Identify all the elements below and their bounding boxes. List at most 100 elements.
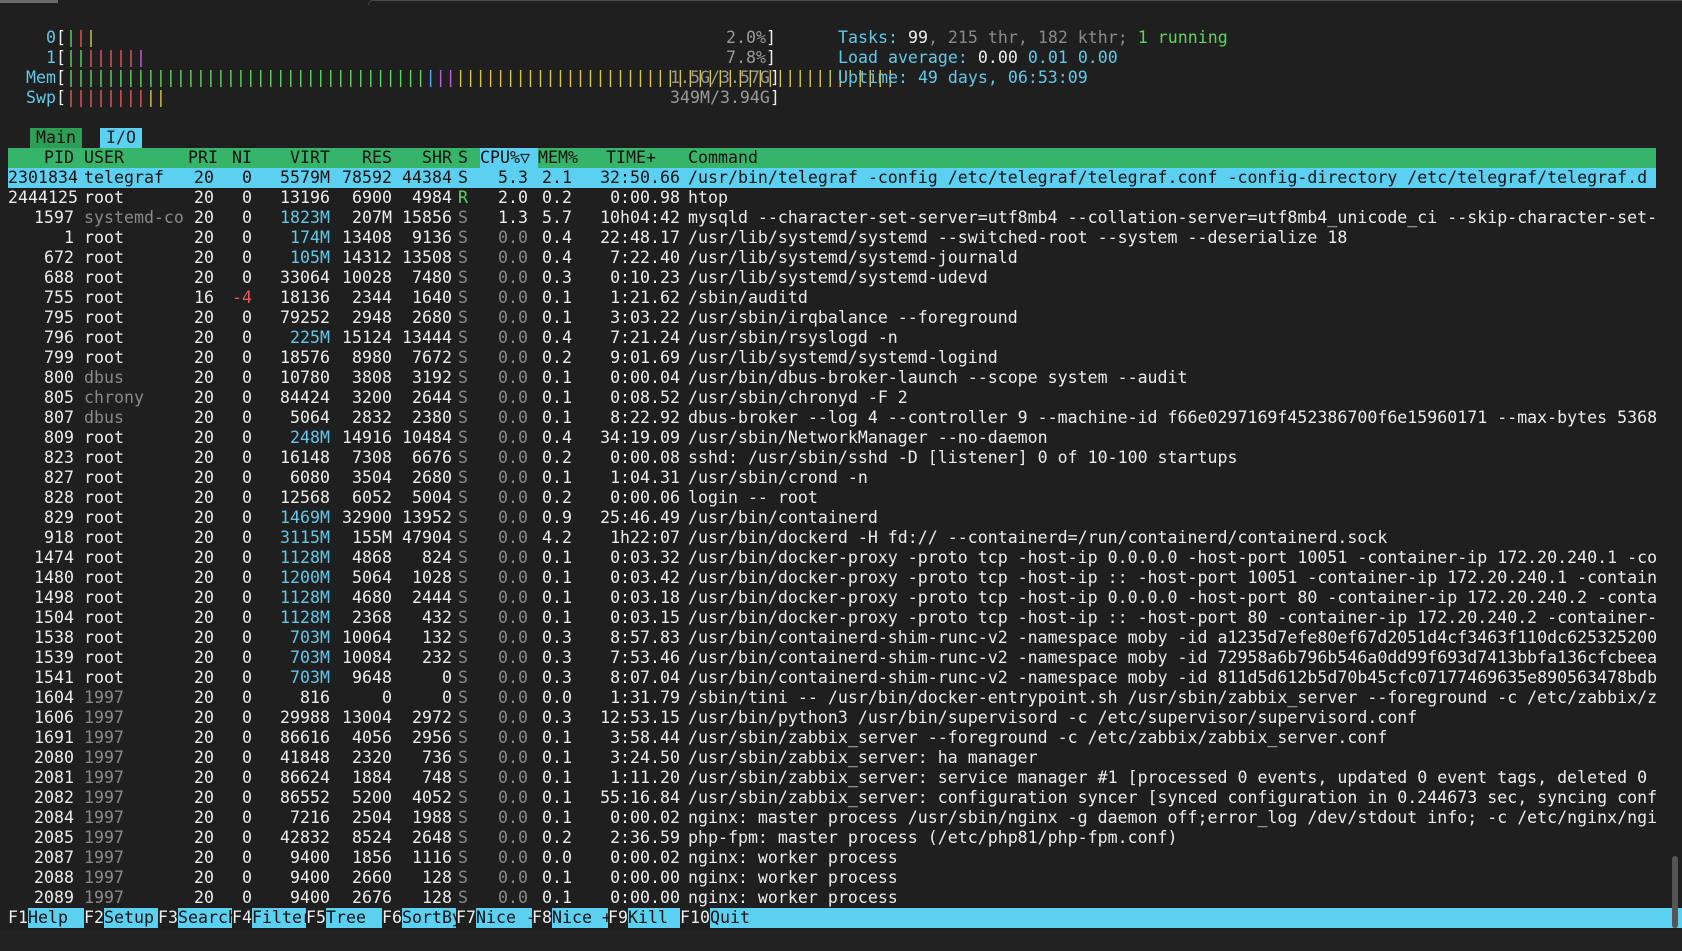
cell-pri: 20 bbox=[194, 408, 214, 427]
fkey-sortby[interactable]: F6SortBy bbox=[382, 908, 462, 928]
table-row[interactable]: 2088 1997 20 0 9400 2660 128 S 0.0 0.1 0:00.00 ngin… bbox=[8, 868, 1656, 888]
table-row[interactable]: 1604 1997 20 0 816 0 0 S 0.0 0.0 1:31.79/sbin/tini… bbox=[8, 688, 1656, 708]
cell-res: 2660 bbox=[352, 868, 392, 887]
table-row[interactable]: 1498 root 20 0 1128M 4680 2444 S 0.0 0.1 0:03.18/u… bbox=[8, 588, 1656, 608]
cell-shr: 736 bbox=[422, 748, 452, 767]
table-row[interactable]: 799 root 20 0 18576 8980 7672 S 0.0 0.2 9:01.69/us… bbox=[8, 348, 1656, 368]
table-row[interactable]: 805 chrony 20 0 84424 3200 2644 S 0.0 0.1 0:08.52 /… bbox=[8, 388, 1656, 408]
cell-time: 34:19.09 bbox=[600, 428, 680, 447]
table-row[interactable]: 1504 root 20 0 1128M 2368 432 S 0.0 0.1 0:03.15/us… bbox=[8, 608, 1656, 628]
tab-io[interactable]: I/O bbox=[100, 128, 142, 148]
col-res[interactable]: RES bbox=[336, 148, 392, 168]
cell-mem: 0.1 bbox=[542, 788, 572, 807]
cell-cpu: 0.0 bbox=[498, 308, 528, 327]
table-row[interactable]: 2085 1997 20 0 42832 8524 2648 S 0.0 0.2 2:36.59 ph… bbox=[8, 828, 1656, 848]
fkey-filter[interactable]: F4Filter bbox=[232, 908, 312, 928]
col-shr[interactable]: SHR bbox=[396, 148, 452, 168]
cell-res: 2368 bbox=[352, 608, 392, 627]
table-row[interactable]: 795 root 20 0 79252 2948 2680 S 0.0 0.1 3:03.22/us… bbox=[8, 308, 1656, 328]
col-cpu-sorted[interactable]: CPU%▽ bbox=[480, 148, 538, 168]
fkey-nice[interactable]: F7Nice - bbox=[456, 908, 536, 928]
cell-ni: 0 bbox=[242, 448, 252, 467]
table-row[interactable]: 2087 1997 20 0 9400 1856 1116 S 0.0 0.0 0:00.02 ngi… bbox=[8, 848, 1656, 868]
col-state[interactable]: S bbox=[458, 148, 472, 168]
table-row[interactable]: 1539 root 20 0 703M 10084 232 S 0.0 0.3 7:53.46/us… bbox=[8, 648, 1656, 668]
table-row[interactable]: 828 root 20 0 12568 6052 5004 S 0.0 0.2 0:00.06 log… bbox=[8, 488, 1656, 508]
fkey-tree[interactable]: F5Tree bbox=[306, 908, 382, 928]
table-row[interactable]: 827 root 20 0 6080 3504 2680 S 0.0 0.1 1:04.31/usr… bbox=[8, 468, 1656, 488]
table-row[interactable]: 1 root 20 0 174M 13408 9136 S 0.0 0.4 22:48.17/usr… bbox=[8, 228, 1656, 248]
cell-time: 0:00.98 bbox=[610, 188, 680, 207]
fkey-help[interactable]: F1Help bbox=[8, 908, 84, 928]
scrollbar[interactable] bbox=[1672, 856, 1678, 928]
table-row[interactable]: 2080 1997 20 0 41848 2320 736 S 0.0 0.1 3:24.50/us… bbox=[8, 748, 1656, 768]
table-row[interactable]: 807 dbus 20 0 5064 2832 2380 S 0.0 0.1 8:22.92 dbus… bbox=[8, 408, 1656, 428]
table-row[interactable]: 800 dbus 20 0 10780 3808 3192 S 0.0 0.1 0:00.04/us… bbox=[8, 368, 1656, 388]
cell-res: 78592 bbox=[342, 168, 392, 187]
cell-command: php-fpm: master process (/etc/php81/php-… bbox=[688, 828, 1178, 847]
cell-shr: 1028 bbox=[412, 568, 452, 587]
cell-time: 0:03.42 bbox=[610, 568, 680, 587]
cell-virt: 13196 bbox=[280, 188, 330, 207]
table-row[interactable]: 755 root 16 -4 18136 2344 1640 S 0.0 0.1 1:21.62/s… bbox=[8, 288, 1656, 308]
cell-shr: 6676 bbox=[412, 448, 452, 467]
col-pri[interactable]: PRI bbox=[188, 148, 218, 168]
tab-main[interactable]: Main bbox=[30, 128, 82, 148]
cell-cpu: 5.3 bbox=[498, 168, 528, 187]
fkey-search[interactable]: F3Search bbox=[158, 908, 238, 928]
cell-ni: 0 bbox=[242, 708, 252, 727]
table-row[interactable]: 2081 1997 20 0 86624 1884 748 S 0.0 0.1 1:11.20/us… bbox=[8, 768, 1656, 788]
cell-pri: 20 bbox=[194, 468, 214, 487]
col-mem[interactable]: MEM% bbox=[538, 148, 578, 168]
col-pid[interactable]: PID bbox=[8, 148, 74, 168]
col-ni[interactable]: NI bbox=[222, 148, 252, 168]
table-row[interactable]: 1538 root 20 0 703M 10064 132 S 0.0 0.3 8:57.83/us… bbox=[8, 628, 1656, 648]
col-command[interactable]: Command bbox=[688, 148, 1656, 168]
cell-pri: 20 bbox=[194, 888, 214, 907]
cell-virt: 225M bbox=[290, 328, 330, 347]
cell-ni: 0 bbox=[242, 228, 252, 247]
table-row[interactable]: 672 root 20 0 105M 14312 13508 S 0.0 0.4 7:22.40/u… bbox=[8, 248, 1656, 268]
table-row-selected[interactable]: 2301834 telegraf 20 0 5579M 78592 44384 S 5.3 2.1… bbox=[8, 168, 1656, 188]
col-virt[interactable]: VIRT bbox=[254, 148, 330, 168]
fkey-label: Search bbox=[177, 908, 238, 928]
col-user[interactable]: USER bbox=[84, 148, 184, 168]
table-row[interactable]: 2084 1997 20 0 7216 2504 1988 S 0.0 0.1 0:00.02 ngi… bbox=[8, 808, 1656, 828]
cell-pri: 20 bbox=[194, 848, 214, 867]
table-row[interactable]: 2082 1997 20 0 86552 5200 4052 S 0.0 0.1 55:16.84 /… bbox=[8, 788, 1656, 808]
cell-user: 1997 bbox=[84, 748, 124, 767]
col-time[interactable]: TIME+ bbox=[606, 148, 666, 168]
table-row[interactable]: 688 root 20 0 33064 10028 7480 S 0.0 0.3 0:10.23/u… bbox=[8, 268, 1656, 288]
cell-pid: 823 bbox=[44, 448, 74, 467]
cell-virt: 12568 bbox=[280, 488, 330, 507]
table-row[interactable]: 1541 root 20 0 703M 9648 0 S 0.0 0.3 8:07.04/usr/b… bbox=[8, 668, 1656, 688]
fkey-kill[interactable]: F9Kill bbox=[608, 908, 680, 928]
cell-virt: 18576 bbox=[280, 348, 330, 367]
cell-res: 6052 bbox=[352, 488, 392, 507]
fkey-key: F8 bbox=[532, 908, 552, 927]
cell-ni: -4 bbox=[232, 288, 252, 307]
cell-cpu: 0.0 bbox=[498, 888, 528, 907]
table-row[interactable]: 809 root 20 0 248M 14916 10484 S 0.0 0.4 34:19.09 /… bbox=[8, 428, 1656, 448]
table-row[interactable]: 1480 root 20 0 1200M 5064 1028 S 0.0 0.1 0:03.42/u… bbox=[8, 568, 1656, 588]
table-row[interactable]: 1691 1997 20 0 86616 4056 2956 S 0.0 0.1 3:58.44/u… bbox=[8, 728, 1656, 748]
table-row[interactable]: 823 root 20 0 16148 7308 6676 S 0.0 0.2 0:00.08 ssh… bbox=[8, 448, 1656, 468]
cell-command: mysqld --character-set-server=utf8mb4 --… bbox=[688, 208, 1656, 227]
table-row[interactable]: 829 root 20 0 1469M 32900 13952 S 0.0 0.9 25:46.49… bbox=[8, 508, 1656, 528]
fkey-nice[interactable]: F8Nice + bbox=[532, 908, 612, 928]
table-row[interactable]: 1597 systemd-co 20 0 1823M 207M 15856 S 1.3 5.7 10… bbox=[8, 208, 1656, 228]
table-row[interactable]: 796 root 20 0 225M 15124 13444 S 0.0 0.4 7:21.24/u… bbox=[8, 328, 1656, 348]
cell-cpu: 0.0 bbox=[498, 628, 528, 647]
cell-cpu: 0.0 bbox=[498, 328, 528, 347]
table-row[interactable]: 2089 1997 20 0 9400 2676 128 S 0.0 0.1 0:00.00 ngin… bbox=[8, 888, 1656, 908]
table-row[interactable]: 2444125 root 20 0 13196 6900 4984 R 2.0 0.2 0:00.9… bbox=[8, 188, 1656, 208]
fkey-setup[interactable]: F2Setup bbox=[84, 908, 158, 928]
table-row[interactable]: 918 root 20 0 3115M 155M 47904 S 0.0 4.2 1h22:07/u… bbox=[8, 528, 1656, 548]
cell-res: 8980 bbox=[352, 348, 392, 367]
cell-virt: 18136 bbox=[280, 288, 330, 307]
table-row[interactable]: 1474 root 20 0 1128M 4868 824 S 0.0 0.1 0:03.32/us… bbox=[8, 548, 1656, 568]
table-row[interactable]: 1606 1997 20 0 29988 13004 2972 S 0.0 0.3 12:53.15… bbox=[8, 708, 1656, 728]
cell-command: /sbin/auditd bbox=[688, 288, 808, 307]
cell-pri: 20 bbox=[194, 708, 214, 727]
fkey-quit[interactable]: F10Quit bbox=[680, 908, 1682, 928]
